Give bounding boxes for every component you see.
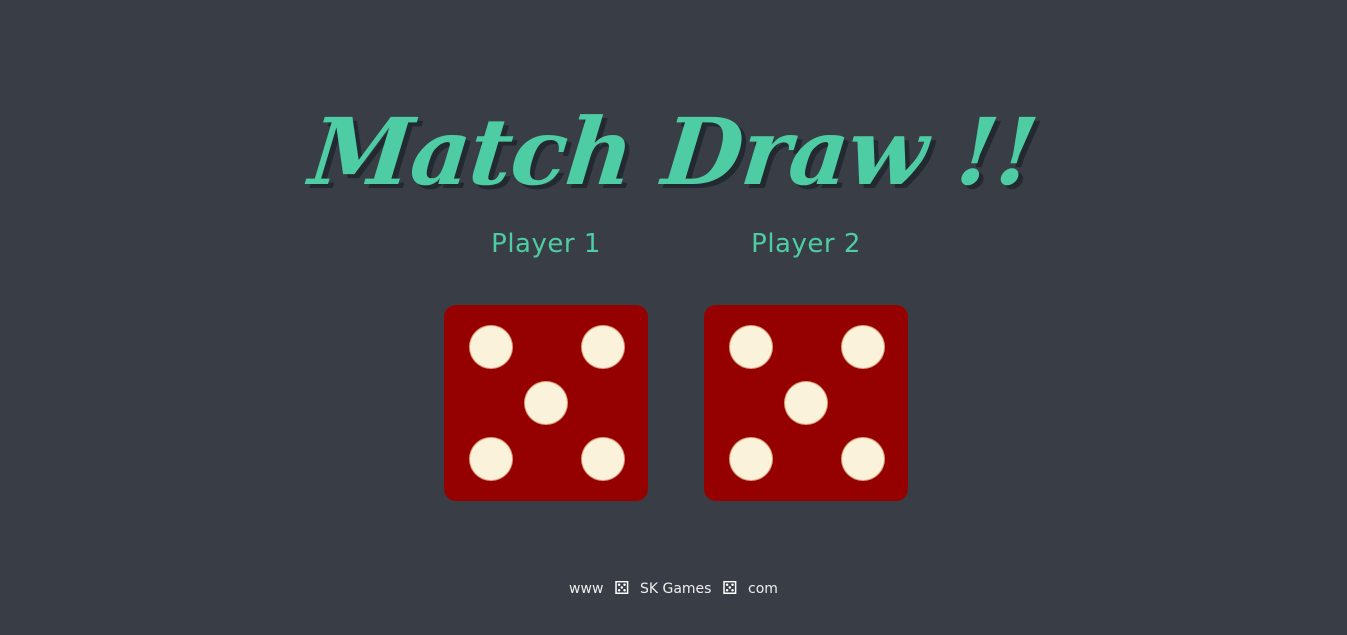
game-title: Match Draw !!	[304, 97, 1043, 206]
die-pip	[582, 326, 624, 368]
die-pip	[525, 382, 567, 424]
die-pip	[842, 326, 884, 368]
player-1-die	[444, 305, 648, 501]
player-2-die	[704, 305, 908, 501]
player-2-label: Player 2	[751, 229, 861, 259]
footer-name: SK Games	[639, 581, 712, 597]
footer-credit: www ⚄ SK Games ⚄ com	[0, 578, 1347, 600]
die-pip	[785, 382, 827, 424]
die-pip	[582, 438, 624, 480]
footer-prefix: www	[569, 581, 604, 597]
die-pip	[842, 438, 884, 480]
die-icon: ⚄	[721, 578, 738, 599]
die-pip	[470, 438, 512, 480]
player-1-label: Player 1	[491, 229, 601, 259]
die-pip	[730, 438, 772, 480]
die-pip	[470, 326, 512, 368]
footer-suffix: com	[748, 581, 778, 597]
die-icon: ⚄	[613, 578, 630, 599]
die-pip	[730, 326, 772, 368]
